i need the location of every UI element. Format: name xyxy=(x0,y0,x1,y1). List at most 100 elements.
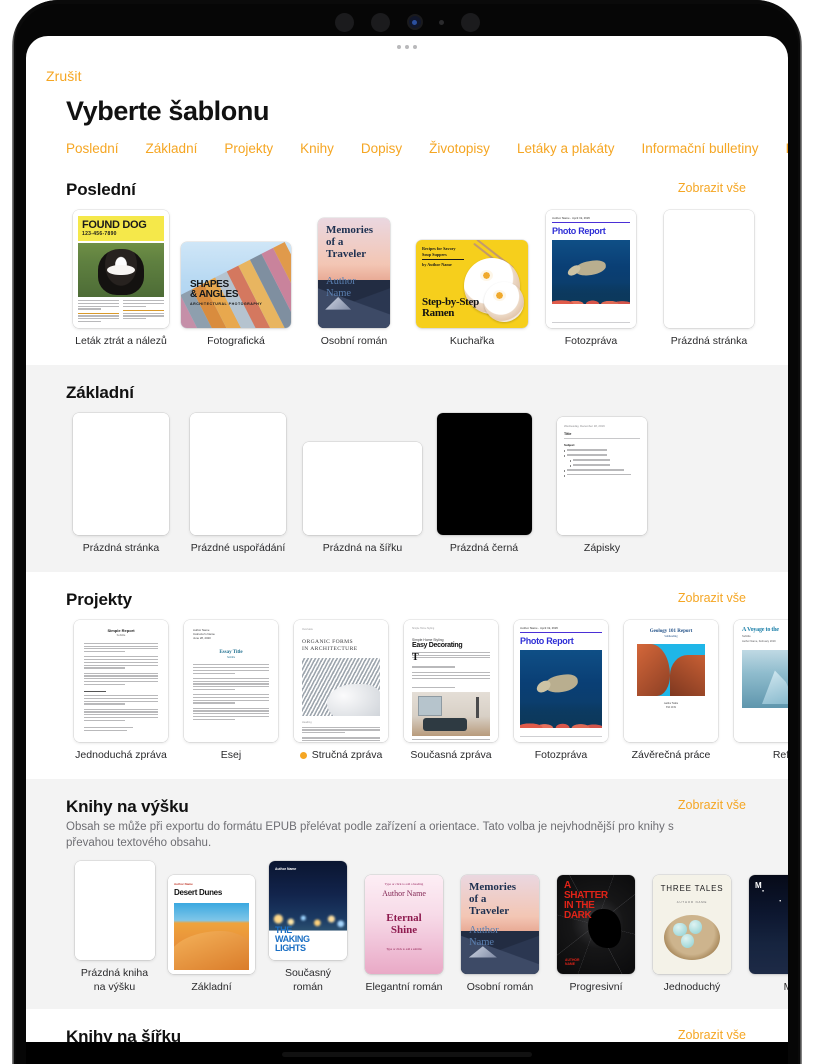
template-caption: Prázdná stránka xyxy=(82,541,160,554)
thumb-waking-t3: LIGHTS xyxy=(275,943,306,954)
tab-basic[interactable]: Základní xyxy=(146,141,198,156)
template-card-blank-book-portrait[interactable]: Prázdná kniha na výšku xyxy=(66,861,163,995)
thumb-mem-a1: Author xyxy=(469,925,499,937)
cancel-button[interactable]: Zrušit xyxy=(46,68,82,84)
template-caption: Fotografická xyxy=(207,335,265,347)
thumb-dog-title: FOUND DOG xyxy=(82,219,147,231)
thumb-mem-t2: of a xyxy=(326,235,344,248)
template-card-thesis[interactable]: Geology 101 Report Subheading Author Nam… xyxy=(616,619,726,763)
template-caption: Prázdná kniha na výšku xyxy=(80,967,149,994)
template-caption: Zápisky xyxy=(583,541,621,554)
thumb-desert-title: Desert Dunes xyxy=(174,888,222,898)
template-card-elegant-novel[interactable]: Type or click to add a heading Author Na… xyxy=(356,875,452,995)
thumb-mem-a2: Name xyxy=(469,936,495,948)
template-card-simple-report[interactable]: Simple Report Subtitle Jednoduchá zpráva xyxy=(66,619,176,763)
thumb-voy-title: A Voyage to the xyxy=(742,626,779,633)
template-caption: Prázdná na šířku xyxy=(322,541,403,554)
tab-newsletters[interactable]: Informační bulletiny xyxy=(642,141,759,156)
tab-recent[interactable]: Poslední xyxy=(66,141,119,156)
thumb-voy-meta: Author Name, February 2019 xyxy=(742,639,776,643)
thumb-shapes-line3: ARCHITECTURAL PHOTOGRAPHY xyxy=(190,302,263,307)
tab-books[interactable]: Knihy xyxy=(300,141,334,156)
camera-array xyxy=(335,8,480,36)
template-scroll-area[interactable]: Poslední Zobrazit vše FOUND DOG 123-456-… xyxy=(26,162,788,1064)
home-indicator[interactable] xyxy=(282,1052,532,1057)
section-header: Základní xyxy=(26,365,788,403)
tab-projects[interactable]: Projekty xyxy=(224,141,273,156)
show-all-projects[interactable]: Zobrazit vše xyxy=(678,591,746,605)
thumb-notes-sub: Subject xyxy=(564,442,575,447)
tab-resumes[interactable]: Životopisy xyxy=(429,141,490,156)
thumb-geo-sub: Subheading xyxy=(664,634,678,638)
sheet-grabber[interactable] xyxy=(397,45,417,49)
template-card-mystery[interactable]: M M xyxy=(740,875,788,995)
template-card-essay[interactable]: Author Name Instructor's Name June 28, 2… xyxy=(176,619,286,763)
section-basic: Základní Prázdná stránka Prázdné uspořád… xyxy=(26,364,788,572)
section-projects: Projekty Zobrazit vše Simple Report Subt… xyxy=(26,571,788,779)
camera-sensor-icon xyxy=(406,14,423,30)
tab-flyers[interactable]: Letáky a plakáty xyxy=(517,141,615,156)
template-card-lost-dog[interactable]: FOUND DOG 123-456-7890 Leták ztrát a nál… xyxy=(66,210,176,349)
thumb-three-title: THREE TALES xyxy=(660,884,724,894)
thumb-report-meta: Author Name · April 19, 2020 xyxy=(552,216,590,220)
thumb-dog-phone: 123-456-7890 xyxy=(82,231,117,237)
template-caption: Současná zpráva xyxy=(410,748,492,761)
template-caption: Leták ztrát a nálezů xyxy=(75,335,167,347)
template-card-blank-page[interactable]: Prázdná stránka xyxy=(650,210,768,349)
thumb-essay-sub: Subtitle xyxy=(226,656,236,660)
ipad-device: Zrušit Vyberte šablonu Poslední Základní… xyxy=(0,0,814,1064)
template-card-blank-page[interactable]: Prázdná stránka xyxy=(66,412,176,556)
template-card-progressive[interactable]: A SHATTER IN THE DARK AUTHOR NAME Progre… xyxy=(548,875,644,995)
template-card-photographic[interactable]: SHAPES & ANGLES ARCHITECTURAL PHOTOGRAPH… xyxy=(176,242,296,349)
template-card-contemporary-novel[interactable]: Author Name THE WAKING LIGHTS Současný r… xyxy=(260,861,356,995)
template-card-personal-novel[interactable]: Memories of a Traveler Author Name Osobn… xyxy=(296,218,412,349)
section-books-portrait: Knihy na výšku Obsah se může při exportu… xyxy=(26,778,788,1009)
thumb-dec-title: Easy Decorating xyxy=(412,641,463,649)
section-recent: Poslední Zobrazit vše FOUND DOG 123-456-… xyxy=(26,162,788,365)
template-caption: Prázdné uspořádání xyxy=(190,541,286,554)
thumb-org-h2: IN ARCHITECTURE xyxy=(302,645,358,652)
template-caption: Osobní román xyxy=(320,335,388,347)
show-all-books-landscape[interactable]: Zobrazit vše xyxy=(678,1028,746,1042)
template-card-modern-report[interactable]: Simple Home Styling Simple Home Styling … xyxy=(396,619,506,763)
show-all-recent[interactable]: Zobrazit vše xyxy=(678,181,746,195)
template-card-reference[interactable]: A Voyage to the Subtitle Author Name, Fe… xyxy=(726,619,788,763)
template-caption: M xyxy=(784,981,788,995)
template-card-cookbook[interactable]: Recipes for Savory Soup Suppers by Autho… xyxy=(412,240,532,349)
category-tabs[interactable]: Poslední Základní Projekty Knihy Dopisy … xyxy=(66,136,788,160)
template-card-brief-report[interactable]: Overview ORGANIC FORMS IN ARCHITECTURE H… xyxy=(286,619,396,763)
template-row: Prázdná stránka Prázdné uspořádání Prázd… xyxy=(26,403,788,556)
thumb-dec-kicker: Simple Home Styling xyxy=(412,626,435,630)
template-card-simple-book[interactable]: THREE TALES AUTHOR NAME Jednoduchý xyxy=(644,875,740,995)
thumb-shapes-line2: & ANGLES xyxy=(190,289,239,301)
show-all-books-portrait[interactable]: Zobrazit vše xyxy=(678,798,746,812)
tab-business[interactable]: Kancelářské xyxy=(786,141,788,156)
thumb-eternal-kicker: Type or click to add a heading xyxy=(384,882,424,887)
thumb-waking-author: Author Name xyxy=(275,867,297,872)
thumb-report-meta: Author Name · April 19, 2020 xyxy=(520,625,558,630)
template-caption: Osobní román xyxy=(466,981,534,994)
template-card-blank-layout[interactable]: Prázdné uspořádání xyxy=(176,412,300,556)
template-card-basic-book[interactable]: Author Name Desert Dunes Základní xyxy=(163,875,260,995)
thumb-essay-meta: Author Name Instructor's Name June 28, 2… xyxy=(193,627,215,641)
template-caption: Závěrečná práce xyxy=(631,748,711,761)
section-header: Knihy na výšku Obsah se může při exportu… xyxy=(26,779,788,852)
template-card-photo-report[interactable]: Author Name · April 19, 2020 Photo Repor… xyxy=(532,210,650,349)
section-description: Obsah se může při exportu do formátu EPU… xyxy=(66,820,674,849)
template-card-personal-novel[interactable]: Memories of a Traveler Author Name Osobn… xyxy=(452,875,548,995)
screen: Zrušit Vyberte šablonu Poslední Základní… xyxy=(26,36,788,1064)
tab-letters[interactable]: Dopisy xyxy=(361,141,402,156)
camera-lens-icon xyxy=(461,12,480,32)
template-card-photo-report[interactable]: Author Name · April 19, 2020 Photo Repor… xyxy=(506,619,616,763)
template-card-blank-black[interactable]: Prázdná černá xyxy=(425,412,543,556)
thumb-essay-title: Essay Title xyxy=(219,650,243,656)
thumb-eternal-t1: Eternal xyxy=(386,912,422,925)
template-card-blank-landscape[interactable]: Prázdná na šířku xyxy=(300,441,425,556)
template-card-notes[interactable]: Wednesday, December 18, 2019 Title Subje… xyxy=(543,416,661,556)
thumb-shatter-a2: NAME xyxy=(565,962,575,967)
template-caption: Jednoduchý xyxy=(663,981,721,994)
thumb-mystery-title: M xyxy=(755,881,762,891)
selected-indicator-dot xyxy=(299,752,307,760)
thumb-ramen-k2: Soup Suppers xyxy=(422,251,447,257)
template-row: Simple Report Subtitle Jednoduchá zpráva… xyxy=(26,610,788,763)
